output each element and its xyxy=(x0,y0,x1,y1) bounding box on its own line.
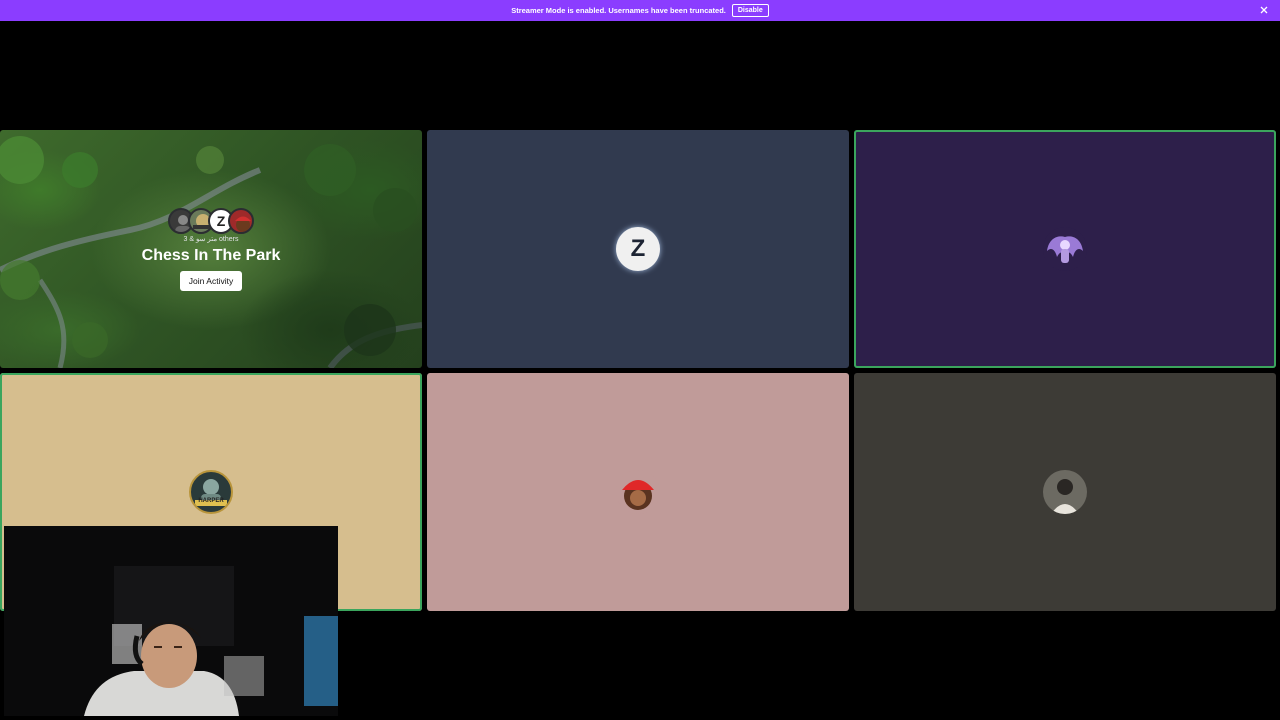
participant-tile[interactable] xyxy=(854,373,1276,611)
join-activity-button[interactable]: Join Activity xyxy=(179,270,243,291)
participant-avatar-red-cap xyxy=(616,470,660,514)
winged-avatar-icon xyxy=(1043,227,1087,271)
participant-tile[interactable] xyxy=(427,373,849,611)
activity-title: Chess In The Park xyxy=(141,246,281,264)
activity-participants: Z xyxy=(168,207,254,234)
activity-others-text: 3 & متر سو others xyxy=(183,235,239,243)
webcam-overlay xyxy=(4,526,338,716)
participant-avatar-z: Z xyxy=(616,227,660,271)
participant-avatar xyxy=(228,207,254,234)
harper-avatar: HARPER xyxy=(189,470,233,514)
participant-tile[interactable]: Z xyxy=(427,130,849,368)
participant-avatar-portrait xyxy=(1043,470,1087,514)
close-icon[interactable] xyxy=(1258,4,1270,16)
streamer-mode-banner: Streamer Mode is enabled. Usernames have… xyxy=(0,0,1280,21)
banner-message: Streamer Mode is enabled. Usernames have… xyxy=(511,6,726,15)
participant-tile[interactable] xyxy=(854,130,1276,368)
disable-streamer-mode-button[interactable]: Disable xyxy=(731,4,769,17)
activity-tile[interactable]: Z 3 & متر سو others Chess In The Park Jo… xyxy=(0,130,422,368)
